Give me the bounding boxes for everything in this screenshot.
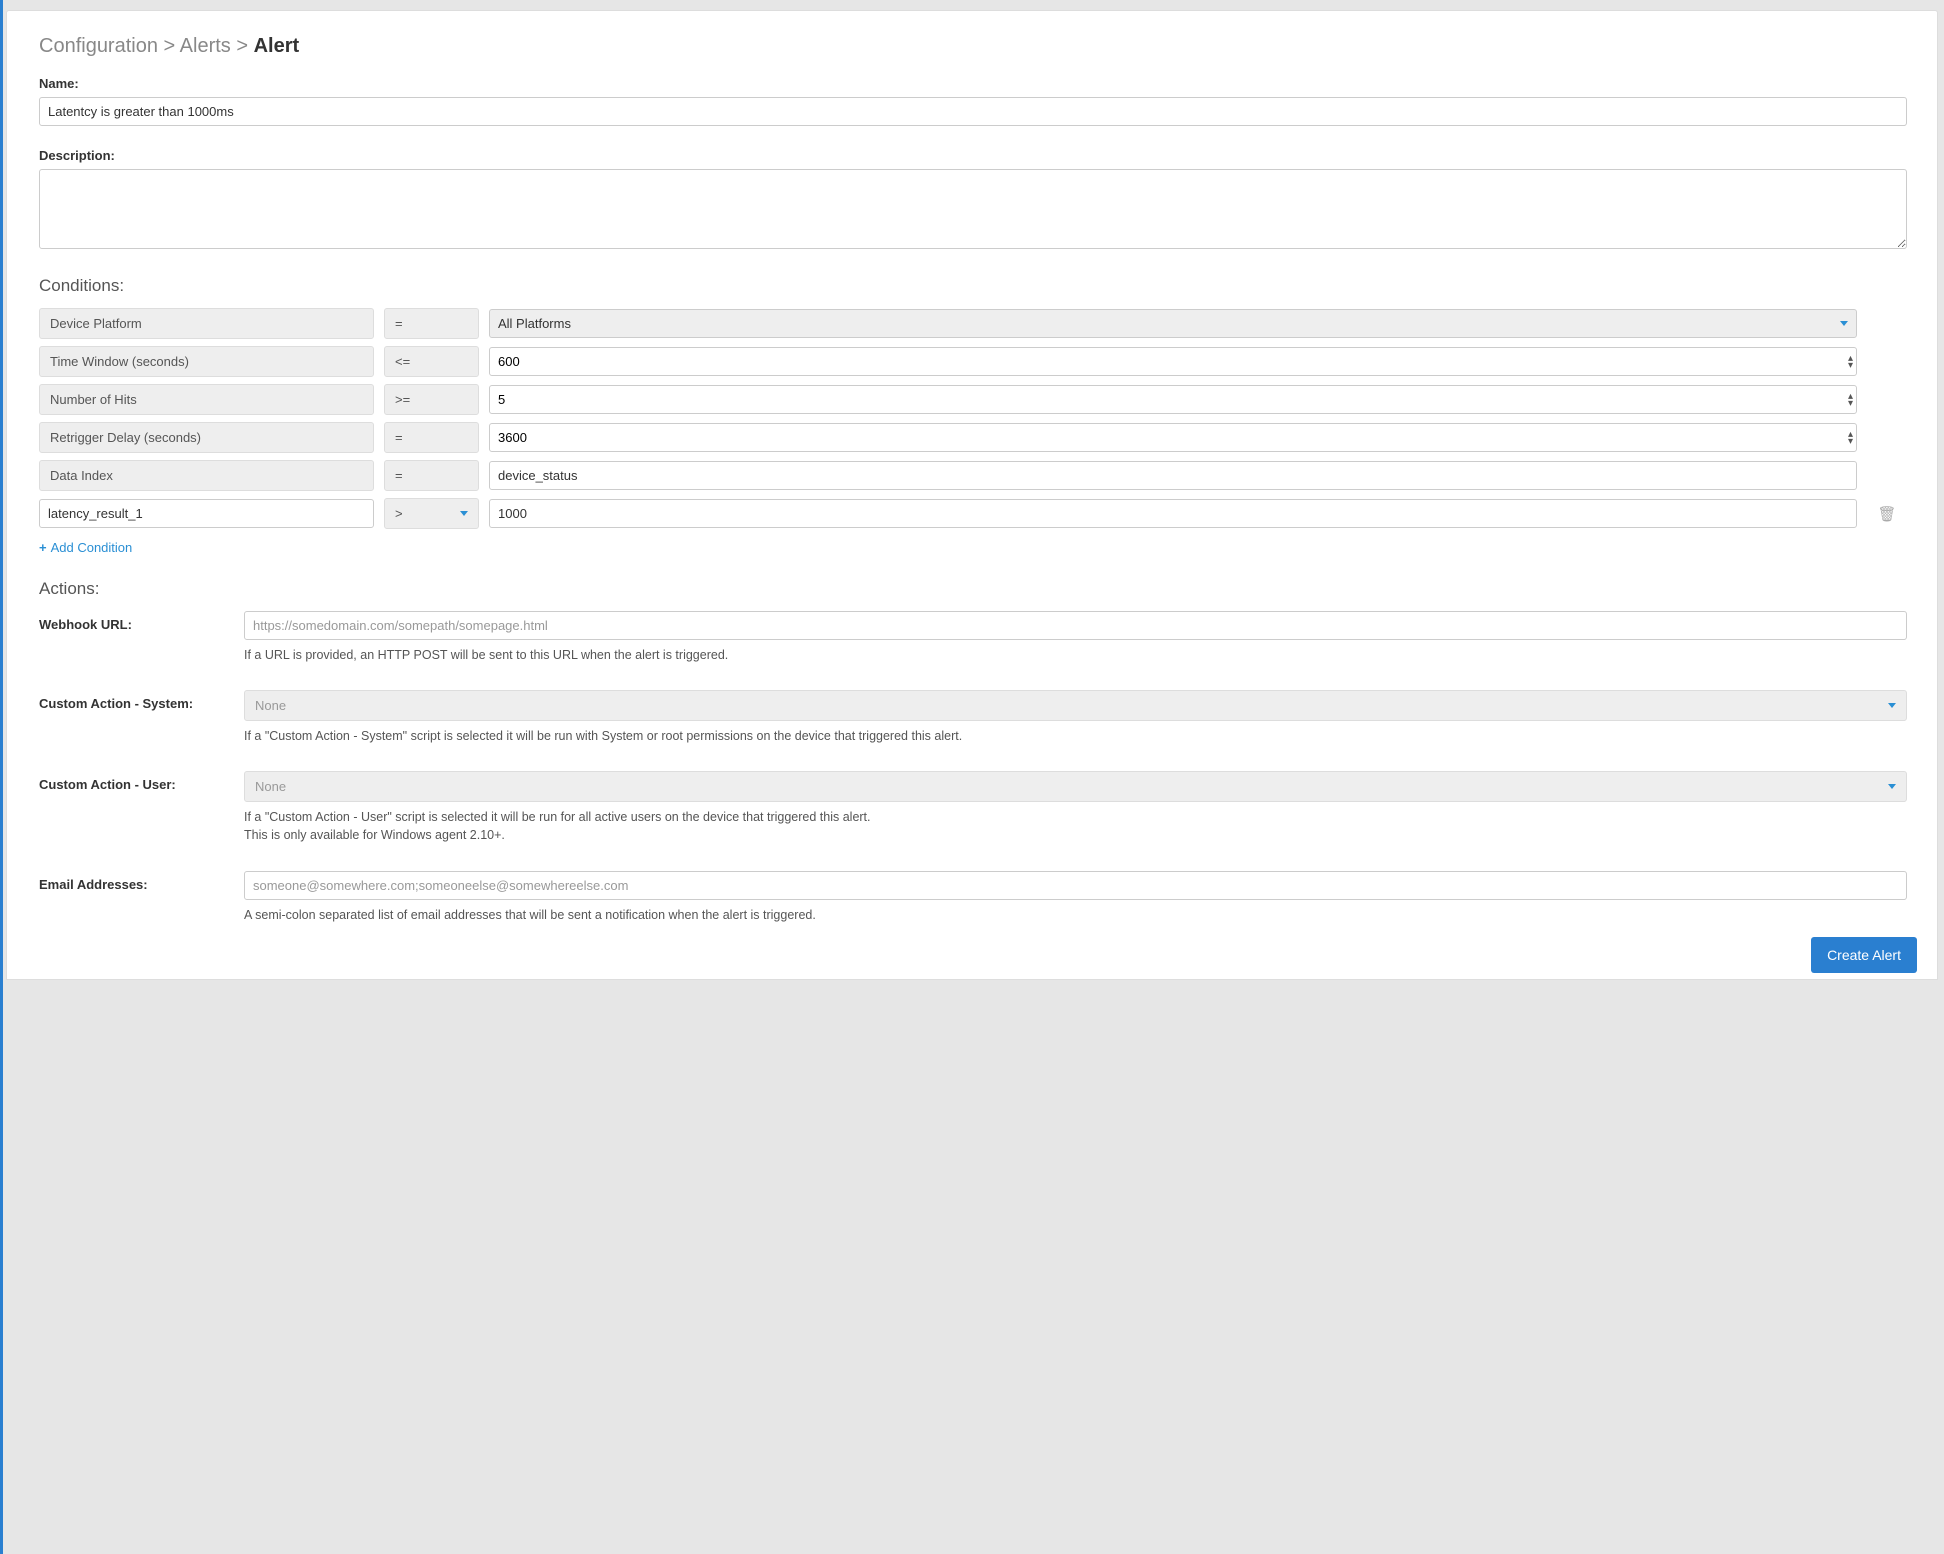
retrigger-delay-input[interactable]: [489, 423, 1857, 452]
webhook-url-input[interactable]: [244, 611, 1907, 640]
breadcrumb-current: Alert: [254, 35, 300, 57]
custom-action-system-value: None: [255, 698, 286, 713]
custom-action-user-value: None: [255, 779, 286, 794]
custom-action-user-select[interactable]: None: [244, 771, 1907, 802]
left-accent-strip: [0, 0, 3, 1554]
condition-row: > 🗑: [39, 498, 1907, 529]
condition-operator: =: [384, 308, 479, 339]
condition-operator: =: [384, 422, 479, 453]
breadcrumb: Configuration > Alerts > Alert: [39, 35, 1907, 58]
conditions-heading: Conditions:: [39, 276, 1907, 296]
device-platform-select[interactable]: All Platforms: [489, 309, 1857, 338]
custom-action-system-row: Custom Action - System: None If a "Custo…: [39, 690, 1907, 745]
custom-condition-field-input[interactable]: [39, 499, 374, 528]
actions-heading: Actions:: [39, 579, 1907, 599]
custom-condition-value-input[interactable]: [489, 499, 1857, 528]
webhook-help-text: If a URL is provided, an HTTP POST will …: [244, 646, 1907, 664]
device-platform-value: All Platforms: [498, 316, 571, 331]
breadcrumb-part-alerts[interactable]: Alerts: [180, 35, 231, 57]
custom-action-system-help: If a "Custom Action - System" script is …: [244, 727, 1907, 745]
add-condition-button[interactable]: + Add Condition: [39, 540, 132, 555]
condition-operator: =: [384, 460, 479, 491]
condition-field-label: Data Index: [39, 460, 374, 491]
condition-operator: <=: [384, 346, 479, 377]
chevron-down-icon: [1888, 703, 1896, 708]
data-index-input[interactable]: [489, 461, 1857, 490]
chevron-down-icon: [460, 511, 468, 516]
condition-field-label: Time Window (seconds): [39, 346, 374, 377]
chevron-down-icon: [1840, 321, 1848, 326]
email-addresses-input[interactable]: [244, 871, 1907, 900]
custom-condition-operator-value: >: [395, 506, 403, 521]
condition-operator: >=: [384, 384, 479, 415]
number-stepper[interactable]: ▴▾: [1848, 393, 1853, 407]
condition-field-label: Number of Hits: [39, 384, 374, 415]
email-help-text: A semi-colon separated list of email add…: [244, 906, 1907, 924]
custom-condition-operator-select[interactable]: >: [384, 498, 479, 529]
custom-action-system-label: Custom Action - System:: [39, 696, 234, 739]
time-window-input[interactable]: [489, 347, 1857, 376]
add-condition-label: Add Condition: [51, 540, 133, 555]
delete-condition-button[interactable]: 🗑: [1867, 505, 1907, 523]
name-field[interactable]: [39, 97, 1907, 126]
condition-row: Device Platform = All Platforms: [39, 308, 1907, 339]
custom-action-user-label: Custom Action - User:: [39, 777, 234, 838]
email-label: Email Addresses:: [39, 877, 234, 918]
webhook-label: Webhook URL:: [39, 617, 234, 658]
description-field[interactable]: [39, 169, 1907, 249]
number-of-hits-input[interactable]: [489, 385, 1857, 414]
condition-row: Time Window (seconds) <= ▴▾: [39, 346, 1907, 377]
custom-action-system-select[interactable]: None: [244, 690, 1907, 721]
alert-config-page: Configuration > Alerts > Alert Name: Des…: [6, 10, 1938, 980]
custom-action-user-help: If a "Custom Action - User" script is se…: [244, 808, 1907, 844]
hits-input-wrap: ▴▾: [489, 385, 1857, 414]
condition-row: Data Index =: [39, 460, 1907, 491]
trash-icon: 🗑: [1877, 506, 1896, 523]
chevron-down-icon: [1888, 784, 1896, 789]
webhook-row: Webhook URL: If a URL is provided, an HT…: [39, 611, 1907, 664]
plus-icon: +: [39, 540, 47, 555]
email-row: Email Addresses: A semi-colon separated …: [39, 871, 1907, 924]
breadcrumb-part-configuration[interactable]: Configuration: [39, 35, 158, 57]
number-stepper[interactable]: ▴▾: [1848, 431, 1853, 445]
retrigger-input-wrap: ▴▾: [489, 423, 1857, 452]
create-alert-button[interactable]: Create Alert: [1811, 937, 1917, 973]
custom-action-user-row: Custom Action - User: None If a "Custom …: [39, 771, 1907, 844]
number-stepper[interactable]: ▴▾: [1848, 355, 1853, 369]
breadcrumb-sep: >: [236, 35, 248, 57]
description-label: Description:: [39, 148, 1907, 163]
breadcrumb-sep: >: [164, 35, 176, 57]
condition-row: Number of Hits >= ▴▾: [39, 384, 1907, 415]
condition-field-label: Device Platform: [39, 308, 374, 339]
condition-field-label: Retrigger Delay (seconds): [39, 422, 374, 453]
condition-row: Retrigger Delay (seconds) = ▴▾: [39, 422, 1907, 453]
name-label: Name:: [39, 76, 1907, 91]
time-window-input-wrap: ▴▾: [489, 347, 1857, 376]
